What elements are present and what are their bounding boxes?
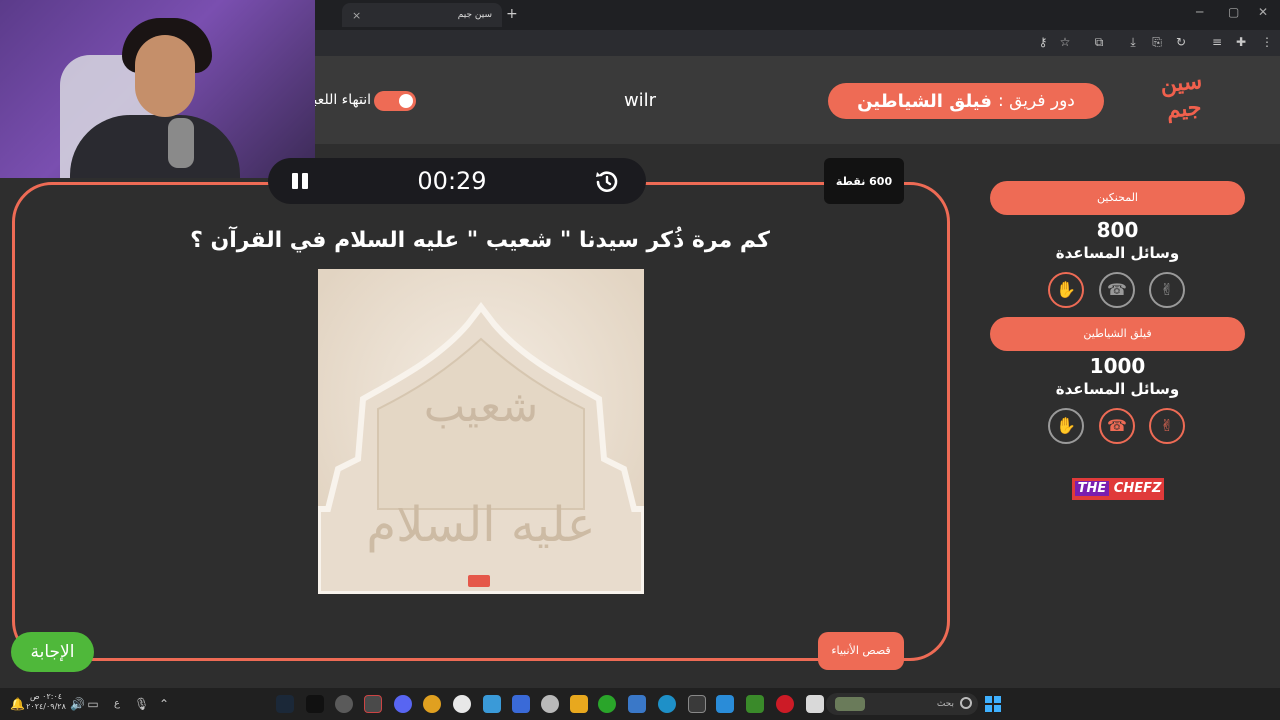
edge-icon[interactable] (658, 695, 676, 713)
taskbar-clock[interactable]: ٠٢:٠٤ ص ٢٠٢٤/٠٩/٢٨ (26, 692, 66, 712)
xbox-icon[interactable] (598, 695, 616, 713)
chevron-up-icon[interactable]: ⌃ (157, 697, 171, 711)
turn-prefix: دور فريق : (997, 91, 1075, 111)
close-window-button[interactable]: ✕ (1258, 5, 1268, 19)
tab-title: سين جيم (457, 10, 492, 20)
lifelines-label: وسائل المساعدة (1055, 380, 1180, 398)
toggle-knob (399, 94, 413, 108)
task-view-icon[interactable] (806, 695, 824, 713)
settings-gear-icon[interactable] (541, 695, 559, 713)
app-colorful-icon[interactable] (716, 695, 734, 713)
notification-icon[interactable]: 🔔 (10, 697, 25, 711)
category-tag: قصص الأنبياء (818, 632, 904, 670)
sponsor-logo: THE CHEFZ (1072, 478, 1164, 500)
question-text: كم مرة ذُكر سيدنا " شعيب " عليه السلام ف… (190, 228, 770, 253)
lifelines-label: وسائل المساعدة (1055, 244, 1180, 262)
tab-close-icon[interactable]: × (352, 9, 361, 22)
image-logo-mark (468, 575, 490, 587)
logo: سين جيم (1159, 67, 1204, 124)
peace-icon[interactable]: ✌ (1149, 272, 1185, 308)
new-tab-button[interactable]: + (506, 6, 518, 22)
network-icon[interactable]: ▭ (86, 697, 100, 711)
webcam-overlay (0, 0, 315, 178)
store-icon[interactable] (483, 695, 501, 713)
team-score: 800 (1096, 218, 1139, 242)
browser-tab-active[interactable]: سين جيم × (342, 3, 502, 27)
cam-microphone (168, 118, 194, 168)
maximize-button[interactable]: ▢ (1228, 5, 1239, 19)
windows-start-icon[interactable] (985, 696, 1001, 712)
photos-icon[interactable] (628, 695, 646, 713)
obs-icon[interactable] (335, 695, 353, 713)
tiktok-icon[interactable] (306, 695, 324, 713)
file-explorer-icon[interactable] (570, 695, 588, 713)
opera-icon[interactable] (776, 695, 794, 713)
sponsor-the: THE (1074, 481, 1110, 496)
image-name-text: شعيب (423, 381, 539, 432)
refresh-ext-icon[interactable]: ↻ (1174, 35, 1188, 49)
answer-button[interactable]: الإجابة (11, 632, 94, 672)
mail-icon[interactable] (512, 695, 530, 713)
hand-icon[interactable]: ✋ (1048, 272, 1084, 308)
timer-display: 00:29 (417, 167, 487, 195)
search-icon (960, 697, 972, 709)
team-name-pill: فيلق الشياطين (990, 317, 1245, 351)
extensions-icon[interactable]: ⧉ (1092, 35, 1106, 49)
team-name-pill: المحنكين (990, 181, 1245, 215)
cam-person-face (135, 35, 195, 117)
end-game-label: انتهاء اللعبة (315, 92, 371, 108)
capcut-icon[interactable] (364, 695, 382, 713)
browser-menu-icon[interactable]: ⋮ (1260, 35, 1274, 49)
weather-widget-icon[interactable] (835, 697, 865, 711)
team-score: 1000 (1089, 354, 1146, 378)
language-indicator[interactable]: ع (110, 697, 124, 711)
question-points: 600 نقطة (824, 158, 904, 204)
volume-icon[interactable]: 🔊 (70, 697, 85, 711)
discord-icon[interactable] (394, 695, 412, 713)
phone-icon[interactable]: ☎ (1099, 408, 1135, 444)
download-icon[interactable]: ⤓ (1126, 35, 1140, 49)
minimize-button[interactable]: ─ (1196, 5, 1203, 19)
translate-icon[interactable]: ⎘ (1150, 35, 1164, 49)
app-icon[interactable] (688, 695, 706, 713)
image-title-text: عليه السلام (366, 497, 596, 553)
pause-icon[interactable] (290, 171, 310, 191)
username: wilr (623, 90, 657, 111)
clock-date: ٢٠٢٤/٠٩/٢٨ (26, 702, 66, 711)
current-turn-pill: دور فريق : فيلق الشياطين (828, 83, 1104, 119)
sponsor-name: CHEFZ (1113, 481, 1162, 496)
end-game-toggle[interactable] (374, 91, 416, 111)
app-circle-icon[interactable] (453, 695, 471, 713)
phone-icon[interactable]: ☎ (1099, 272, 1135, 308)
minecraft-icon[interactable] (746, 695, 764, 713)
clock-time: ٠٢:٠٤ ص (29, 692, 63, 701)
cam-person-body (70, 115, 240, 178)
turn-team-name: فيلق الشياطين (857, 90, 992, 112)
hand-icon[interactable]: ✋ (1048, 408, 1084, 444)
reading-list-icon[interactable]: ≡ (1210, 35, 1224, 49)
restart-timer-icon[interactable] (592, 167, 622, 197)
key-icon[interactable]: ⚷ (1036, 35, 1050, 49)
peace-icon[interactable]: ✌ (1149, 408, 1185, 444)
bookmark-star-icon[interactable]: ☆ (1058, 35, 1072, 49)
question-image: شعيب عليه السلام (318, 269, 644, 594)
microphone-icon[interactable]: 🎙 (134, 697, 149, 711)
extension-plus-icon[interactable]: ✚ (1234, 35, 1248, 49)
steam-icon[interactable] (276, 695, 294, 713)
chrome-icon[interactable] (423, 695, 441, 713)
